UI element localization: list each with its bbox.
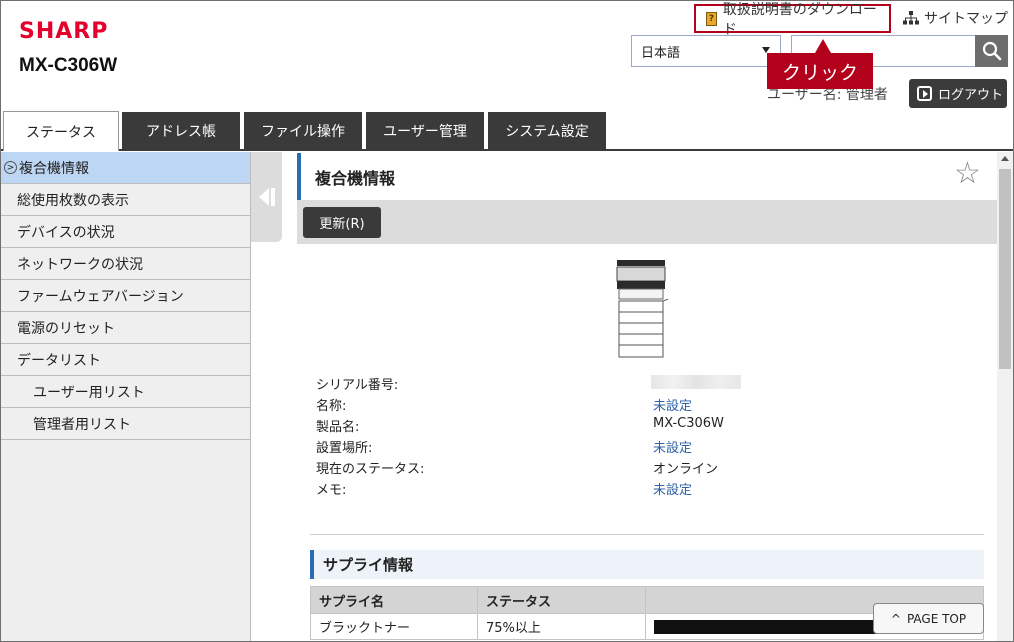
sidebar-item-label: デバイスの状況 [17, 224, 115, 241]
info-value-location[interactable]: 未設定 [653, 437, 692, 456]
info-label-product: 製品名: [316, 420, 360, 435]
sidebar-item-user-list[interactable]: ユーザー用リスト [1, 376, 251, 408]
supply-status-cell: 75%以上 [477, 613, 646, 640]
sidebar-item-label: 複合機情報 [19, 160, 89, 177]
search-button[interactable] [975, 35, 1008, 67]
column-header-supply-name: サプライ名 [310, 586, 478, 614]
supply-name-cell: ブラックトナー [310, 613, 478, 640]
sidebar-item-data-list[interactable]: データリスト [1, 344, 251, 376]
info-label-serial: シリアル番号: [316, 378, 399, 393]
page-top-label: PAGE TOP [906, 611, 967, 626]
sidebar-item-device-status[interactable]: デバイスの状況 [1, 216, 251, 248]
tab-file-operations[interactable]: ファイル操作 [244, 112, 362, 149]
sidebar-item-label: ファームウェアバージョン [17, 288, 184, 305]
serial-redacted [651, 375, 741, 389]
sidebar-item-device-info[interactable]: > 複合機情報 [1, 152, 251, 184]
info-label-name: 名称: [316, 399, 347, 414]
supply-section-title: サプライ情報 [310, 550, 984, 579]
column-header-status: ステータス [477, 586, 646, 614]
toolbar [297, 200, 997, 244]
sidebar-collapse-button[interactable] [251, 152, 282, 242]
printer-image [616, 260, 668, 358]
search-icon [982, 41, 1001, 61]
tab-system-settings[interactable]: システム設定 [488, 112, 606, 149]
info-label-status: 現在のステータス: [316, 462, 425, 477]
sidebar-item-label: 管理者用リスト [33, 416, 131, 433]
main-tabs: ステータス アドレス帳 ファイル操作 ユーザー管理 システム設定 [1, 111, 1013, 151]
sidebar-item-label: ユーザー用リスト [33, 384, 145, 401]
tab-status[interactable]: ステータス [3, 111, 119, 151]
sidebar: > 複合機情報 総使用枚数の表示 デバイスの状況 ネットワークの状況 ファームウ… [1, 152, 251, 641]
model-name: MX-C306W [19, 55, 118, 76]
collapse-left-icon [258, 188, 275, 206]
sitemap-link[interactable]: サイトマップ [903, 8, 1008, 28]
click-callout: クリック [767, 39, 873, 89]
sidebar-item-power-reset[interactable]: 電源のリセット [1, 312, 251, 344]
info-value-memo[interactable]: 未設定 [653, 479, 692, 498]
info-label-memo: メモ: [316, 483, 347, 498]
sidebar-item-firmware-version[interactable]: ファームウェアバージョン [1, 280, 251, 312]
logout-button[interactable]: ログアウト [909, 79, 1007, 108]
sidebar-item-network-status[interactable]: ネットワークの状況 [1, 248, 251, 280]
refresh-button[interactable]: 更新(R) [303, 207, 381, 238]
scroll-up-icon[interactable] [1001, 156, 1009, 161]
info-value-status: オンライン [653, 462, 719, 477]
star-icon[interactable]: ☆ [954, 159, 981, 189]
logout-icon [917, 86, 932, 101]
sidebar-item-admin-list[interactable]: 管理者用リスト [1, 408, 251, 440]
info-value-product: MX-C306W [653, 416, 724, 431]
logout-label: ログアウト [938, 88, 1004, 103]
sitemap-label: サイトマップ [924, 11, 1008, 27]
sidebar-item-label: ネットワークの状況 [17, 256, 143, 273]
info-label-location: 設置場所: [316, 441, 373, 456]
sidebar-item-label: 電源のリセット [17, 320, 115, 337]
sidebar-item-label: データリスト [17, 352, 101, 369]
page-top-button[interactable]: ^ PAGE TOP [873, 603, 984, 634]
toner-level-bar [654, 619, 884, 634]
tab-user-management[interactable]: ユーザー管理 [366, 112, 484, 149]
sharp-logo: SHARP [19, 19, 109, 44]
page-title: 複合機情報 [297, 153, 997, 200]
chevron-right-icon: > [4, 161, 17, 174]
info-value-name[interactable]: 未設定 [653, 395, 692, 414]
sidebar-item-label: 総使用枚数の表示 [17, 192, 129, 209]
chevron-up-icon: ^ [890, 611, 901, 626]
language-select[interactable]: 日本語 [631, 35, 781, 67]
manual-book-icon: ? [706, 11, 717, 26]
sidebar-filler [1, 440, 251, 641]
manual-download-label: 取扱説明書のダウンロード [722, 1, 877, 38]
manual-download-link[interactable]: ? 取扱説明書のダウンロード [694, 2, 891, 38]
language-value: 日本語 [641, 45, 681, 61]
scrollbar-thumb[interactable] [999, 169, 1011, 369]
sitemap-icon [903, 11, 919, 25]
tab-address-book[interactable]: アドレス帳 [122, 112, 240, 149]
section-divider [310, 534, 984, 535]
sidebar-item-total-count[interactable]: 総使用枚数の表示 [1, 184, 251, 216]
app-window: SHARP MX-C306W ? 取扱説明書のダウンロード サイトマップ 日本語 [0, 0, 1014, 642]
